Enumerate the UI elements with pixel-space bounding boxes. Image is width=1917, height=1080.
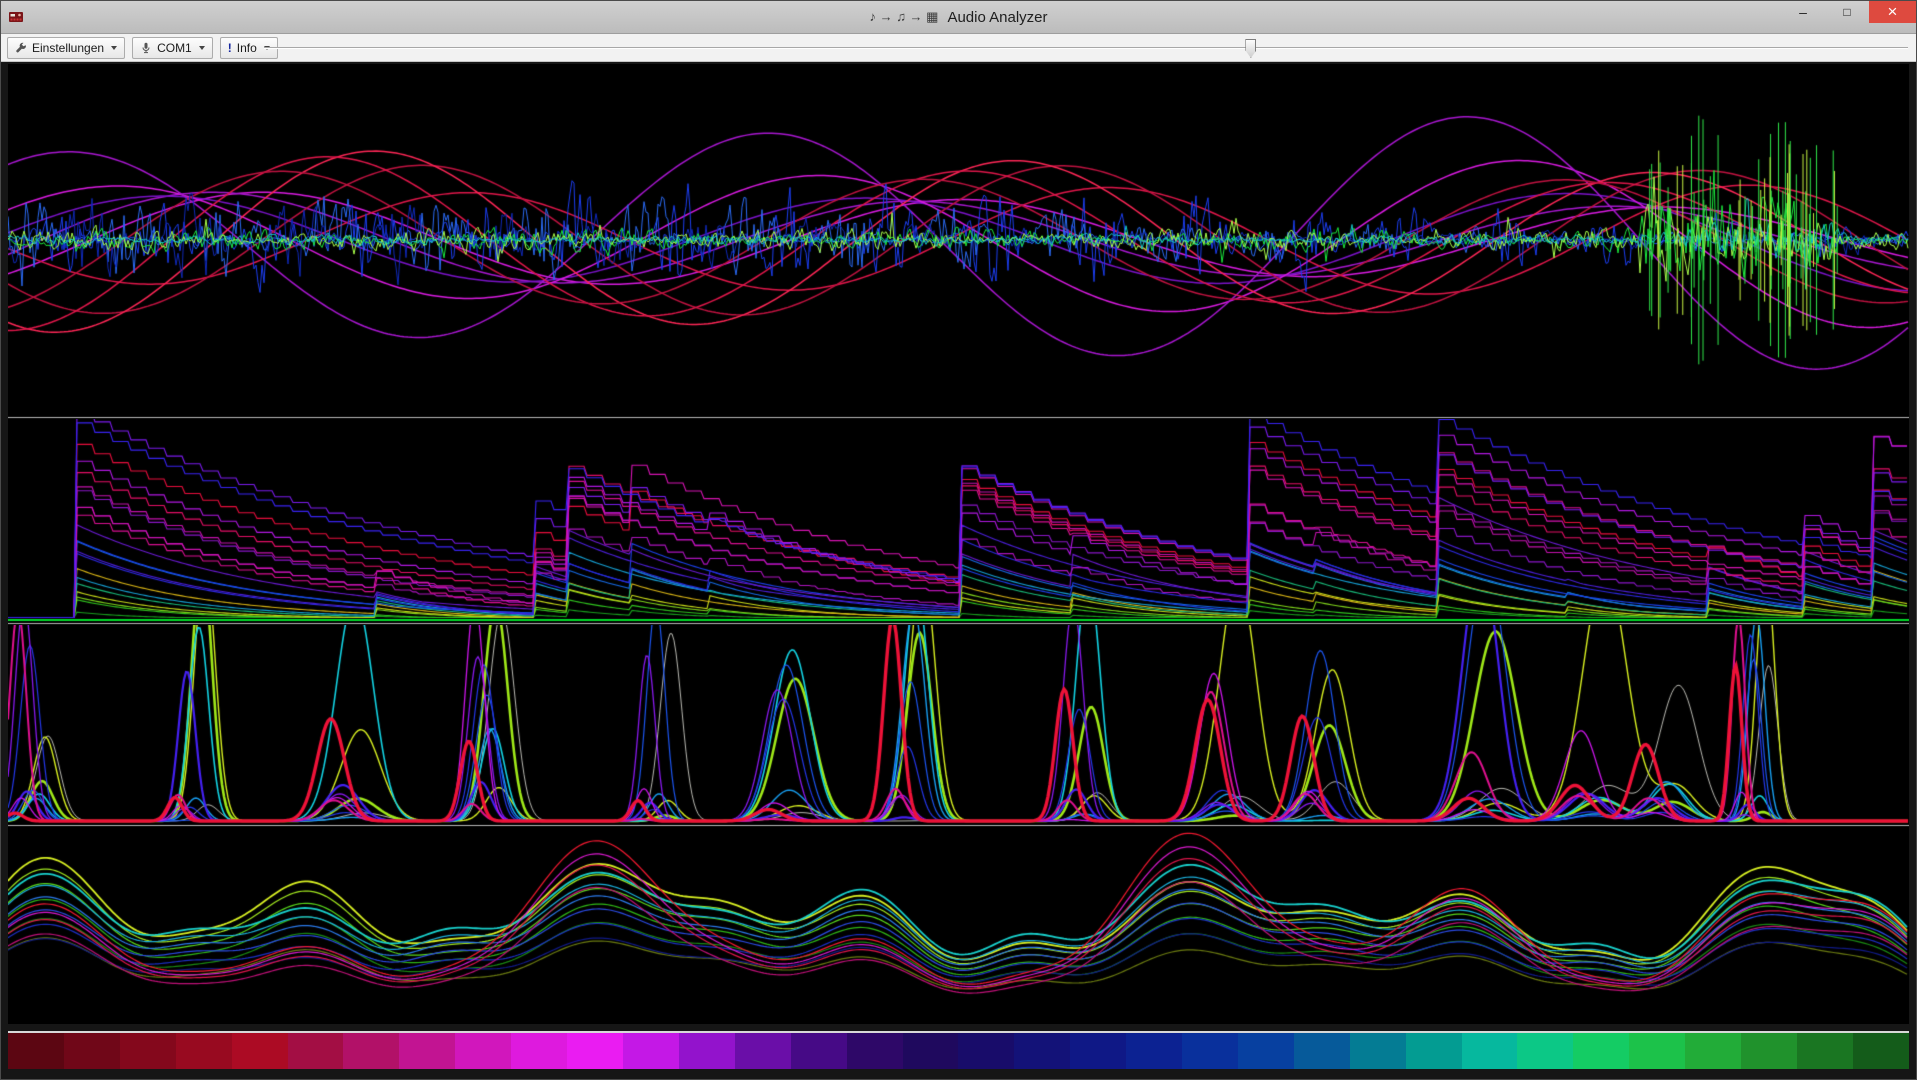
legend-color-segment: [232, 1033, 288, 1069]
slider-thumb[interactable]: [1245, 39, 1256, 58]
einstellungen-button[interactable]: Einstellungen: [7, 37, 125, 59]
window-controls: – □ ×: [1781, 1, 1916, 23]
legend-color-segment: [567, 1033, 623, 1069]
legend-color-segment: [1517, 1033, 1573, 1069]
exclamation-icon: !: [228, 41, 232, 55]
legend-color-segment: [679, 1033, 735, 1069]
title-glyphs: ♪ → ♫ → ▦: [869, 9, 938, 25]
legend-color-segment: [8, 1033, 64, 1069]
panel-separator: [8, 417, 1909, 418]
legend-color-segment: [1573, 1033, 1629, 1069]
legend-color-segment: [511, 1033, 567, 1069]
close-button[interactable]: ×: [1869, 1, 1916, 23]
legend-color-segment: [1629, 1033, 1685, 1069]
legend-color-segment: [1797, 1033, 1853, 1069]
legend-color-segment: [455, 1033, 511, 1069]
legend-color-segment: [623, 1033, 679, 1069]
legend-color-segment: [1741, 1033, 1797, 1069]
chevron-down-icon: [199, 46, 205, 50]
legend-color-segment: [1182, 1033, 1238, 1069]
minimize-button[interactable]: –: [1781, 1, 1825, 23]
legend-color-segment: [1685, 1033, 1741, 1069]
chevron-down-icon: [111, 46, 117, 50]
com-port-label: COM1: [157, 41, 192, 55]
app-icon: [8, 9, 24, 25]
legend-color-segment: [791, 1033, 847, 1069]
title-text: Audio Analyzer: [947, 9, 1047, 26]
wrench-icon: [15, 42, 27, 54]
legend-color-segment: [1350, 1033, 1406, 1069]
panel-separator: [8, 623, 1909, 624]
toolbar: Einstellungen COM1 ! Info: [1, 34, 1916, 62]
titlebar[interactable]: ♪ → ♫ → ▦ Audio Analyzer – □ ×: [1, 1, 1916, 34]
legend-color-segment: [1238, 1033, 1294, 1069]
legend-color-segment: [399, 1033, 455, 1069]
legend-color-segment: [1406, 1033, 1462, 1069]
legend-color-segment: [1462, 1033, 1518, 1069]
legend-color-segment: [120, 1033, 176, 1069]
com-port-button[interactable]: COM1: [132, 37, 213, 59]
legend-color-segment: [288, 1033, 344, 1069]
microphone-icon: [140, 42, 152, 54]
legend-color-segment: [958, 1033, 1014, 1069]
position-slider[interactable]: [264, 37, 1908, 59]
legend-color-segment: [735, 1033, 791, 1069]
spectrum-decay-panel: [8, 419, 1909, 622]
legend-color-segment: [1070, 1033, 1126, 1069]
legend-color-segment: [64, 1033, 120, 1069]
slider-track[interactable]: [264, 47, 1908, 49]
legend-color-segment: [903, 1033, 959, 1069]
maximize-button[interactable]: □: [1825, 1, 1869, 23]
panel-separator: [8, 825, 1909, 826]
info-label: Info: [237, 41, 257, 55]
legend-color-segment: [1126, 1033, 1182, 1069]
spectral-peaks-panel: [8, 625, 1909, 824]
oscilloscope-panel: [8, 64, 1909, 416]
legend-color-segment: [1014, 1033, 1070, 1069]
spectrum-legend: [8, 1031, 1909, 1069]
client-area: [1, 62, 1916, 1079]
legend-color-segment: [1294, 1033, 1350, 1069]
legend-color-segment: [847, 1033, 903, 1069]
einstellungen-label: Einstellungen: [32, 41, 104, 55]
app-window: ♪ → ♫ → ▦ Audio Analyzer – □ × Einstellu…: [0, 0, 1917, 1080]
legend-color-segment: [176, 1033, 232, 1069]
legend-color-segment: [1853, 1033, 1909, 1069]
envelope-waves-panel: [8, 827, 1909, 1024]
window-title: ♪ → ♫ → ▦ Audio Analyzer: [869, 1, 1047, 33]
legend-color-segment: [343, 1033, 399, 1069]
